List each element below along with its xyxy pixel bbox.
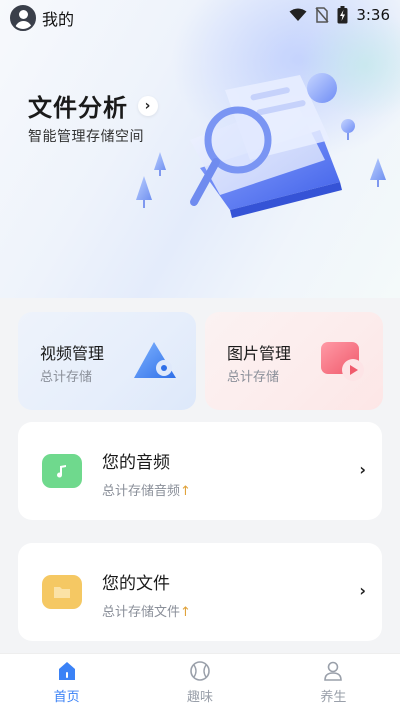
video-triangle-icon (134, 342, 176, 378)
tab-fun-label: 趣味 (186, 690, 213, 705)
audio-subtitle: 总计存储音频↑ (102, 480, 191, 499)
bottom-tab-bar: 首页 趣味 养生 (0, 653, 400, 711)
tab-health-label: 养生 (320, 690, 347, 705)
status-icons: 3:36 (289, 6, 390, 24)
arrow-up-icon: ↑ (180, 605, 191, 620)
battery-charging-icon (337, 6, 348, 24)
status-time: 3:36 (356, 6, 390, 24)
tab-health[interactable]: 养生 (267, 654, 400, 711)
tab-home-label: 首页 (53, 690, 80, 705)
chevron-right-icon[interactable]: › (359, 581, 366, 600)
image-play-icon (321, 342, 364, 381)
arrow-up-icon: ↑ (180, 484, 191, 499)
audio-list-item[interactable]: 您的音频 总计存储音频↑ › (18, 422, 382, 520)
home-icon (58, 662, 75, 680)
video-manage-title: 视频管理 (40, 344, 105, 363)
profile-label: 我的 (42, 10, 75, 29)
wifi-icon (289, 8, 307, 21)
file-subtitle: 总计存储文件↑ (102, 601, 191, 620)
music-note-icon (42, 454, 82, 488)
magnifier-illustration-icon (136, 73, 386, 218)
video-manage-card[interactable]: 视频管理 总计存储 (18, 312, 196, 410)
file-title: 您的文件 (102, 574, 170, 594)
image-manage-subtitle: 总计存储 (227, 370, 280, 385)
baseball-icon (190, 661, 210, 681)
folder-icon (42, 575, 82, 609)
profile-button[interactable]: 我的 (10, 5, 74, 31)
file-subtitle-text: 总计存储文件 (102, 605, 181, 620)
status-bar: 我的 3:36 (0, 0, 400, 34)
chevron-right-icon[interactable]: › (359, 460, 366, 479)
video-manage-subtitle: 总计存储 (40, 370, 93, 385)
user-icon (324, 661, 343, 681)
image-manage-title: 图片管理 (227, 344, 292, 363)
image-manage-card[interactable]: 图片管理 总计存储 (205, 312, 383, 410)
no-sim-icon (315, 7, 329, 23)
audio-title: 您的音频 (102, 453, 170, 473)
avatar-icon (10, 5, 36, 31)
audio-subtitle-text: 总计存储音频 (102, 484, 181, 499)
hero-banner[interactable]: 我的 3:36 文件分析 › 智能管理存储空间 (0, 0, 400, 298)
file-list-item[interactable]: 您的文件 总计存储文件↑ › (18, 543, 382, 641)
tab-home[interactable]: 首页 (0, 654, 133, 711)
hero-subtitle: 智能管理存储空间 (28, 129, 144, 145)
tab-fun[interactable]: 趣味 (133, 654, 266, 711)
hero-title-text: 文件分析 (28, 94, 128, 122)
